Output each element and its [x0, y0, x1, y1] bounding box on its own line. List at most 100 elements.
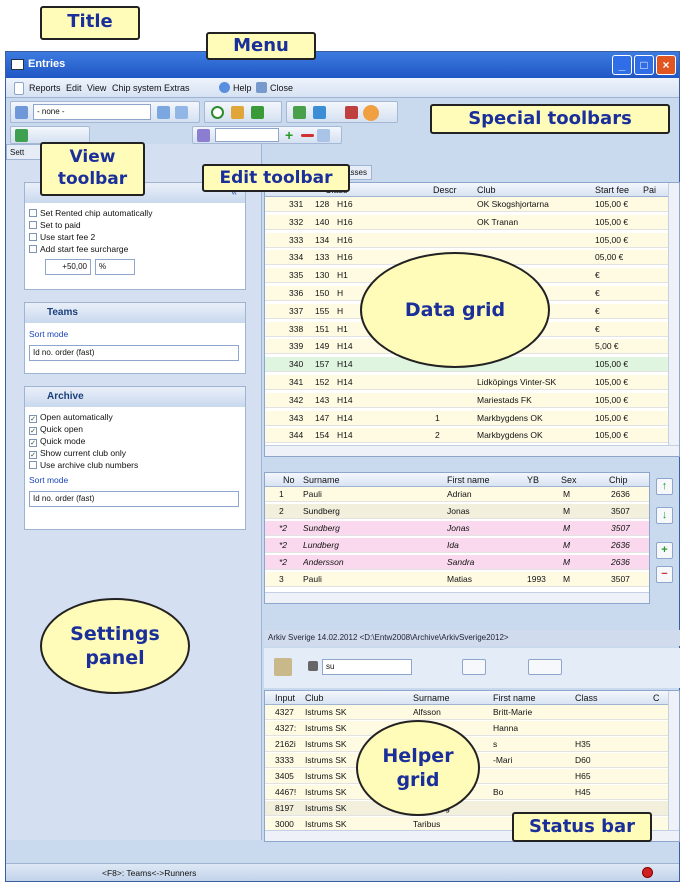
checkbox[interactable] — [29, 233, 37, 241]
runner-row[interactable]: *2 Lundberg Ida M 2636 — [265, 538, 649, 553]
maximize-icon[interactable]: □ — [634, 55, 654, 75]
insert-all-icon[interactable] — [528, 659, 562, 675]
checkbox[interactable] — [29, 209, 37, 217]
data-grid-row[interactable]: 341 152 H14 Lidköpings Vinter-SK 105,00 € — [265, 375, 679, 390]
col-header[interactable]: Surname — [413, 693, 450, 703]
menu-view[interactable]: View — [87, 83, 106, 93]
menu-help[interactable]: Help — [233, 83, 252, 93]
grid-cell: 2 — [279, 506, 284, 516]
menu-extras[interactable]: Extras — [164, 83, 190, 93]
filter-icon[interactable] — [251, 106, 264, 119]
data-grid-row[interactable]: 342 143 H14 Mariestads FK 105,00 € — [265, 392, 679, 408]
general-settings-group: « Set Rented chip automatically Set to p… — [24, 182, 246, 290]
col-header[interactable]: Club — [477, 185, 496, 195]
move-down-icon[interactable]: ↓ — [656, 507, 673, 524]
data-grid-row[interactable]: 344 154 H14 2 Markbygdens OK 105,00 € — [265, 428, 679, 444]
teams-sort-select[interactable]: Id no. order (fast) — [29, 345, 239, 361]
col-header[interactable]: Pai — [643, 185, 656, 195]
data-grid-row[interactable]: 332 140 H16 OK Tranan 105,00 € — [265, 214, 679, 230]
archive-sort-select[interactable]: Id no. order (fast) — [29, 491, 239, 507]
grid-cell: H45 — [575, 787, 591, 797]
menu-edit[interactable]: Edit — [66, 83, 82, 93]
helper-row[interactable]: 4327 Istrums SK Alfsson Britt-Marie — [265, 705, 679, 720]
col-header[interactable]: First name — [447, 475, 490, 485]
setting-start-fee-2[interactable]: Use start fee 2 — [25, 232, 245, 244]
col-header[interactable]: Input — [275, 693, 295, 703]
archive-quick-mode[interactable]: ✓ Quick mode — [25, 436, 245, 448]
col-header[interactable]: YB — [527, 475, 539, 485]
horizontal-scrollbar[interactable] — [265, 592, 649, 603]
move-up-icon[interactable]: ↑ — [656, 478, 673, 495]
close-icon[interactable]: × — [656, 55, 676, 75]
archive-current-club[interactable]: ✓ Show current club only — [25, 448, 245, 460]
menu-close[interactable]: Close — [270, 83, 293, 93]
teams-header[interactable]: Teams — [25, 303, 245, 323]
col-header[interactable]: Sex — [561, 475, 577, 485]
grid-cell: H1 — [337, 270, 348, 281]
runner-row[interactable]: 2 Sundberg Jonas M 3507 — [265, 504, 649, 519]
col-header[interactable]: Chip — [609, 475, 628, 485]
surcharge-input[interactable]: +50,00 — [45, 259, 91, 275]
runner-row[interactable]: 1 Pauli Adrian M 2636 — [265, 487, 649, 502]
horizontal-scrollbar[interactable] — [265, 445, 679, 456]
refresh-circle-icon[interactable] — [211, 106, 224, 119]
surcharge-unit-select[interactable]: % — [95, 259, 135, 275]
helper-search-input[interactable]: su — [322, 659, 412, 675]
vertical-scrollbar[interactable] — [668, 183, 679, 446]
col-header[interactable]: C — [653, 693, 660, 703]
data-grid-row[interactable]: 331 128 H16 OK Skogshjortarna 105,00 € — [265, 197, 679, 212]
find-icon[interactable] — [197, 129, 210, 142]
col-header[interactable]: Descr — [433, 185, 457, 195]
save-view-icon[interactable] — [157, 106, 170, 119]
checkbox-checked[interactable]: ✓ — [29, 439, 37, 447]
save-icon[interactable] — [317, 129, 330, 142]
reload-icon[interactable] — [15, 129, 28, 142]
col-header[interactable]: Club — [305, 693, 324, 703]
runner-row[interactable]: *2 Andersson Sandra M 2636 — [265, 555, 649, 570]
checkbox[interactable] — [29, 245, 37, 253]
runner-row[interactable]: 3 Pauli Matias 1993 M 3507 — [265, 572, 649, 587]
col-header[interactable]: Class — [575, 693, 598, 703]
checkbox-checked[interactable]: ✓ — [29, 451, 37, 459]
setting-rented-chip[interactable]: Set Rented chip automatically — [25, 208, 245, 220]
grid-cell: H35 — [575, 739, 591, 749]
checkbox[interactable] — [29, 221, 37, 229]
checkbox[interactable] — [29, 461, 37, 469]
setting-paid[interactable]: Set to paid — [25, 220, 245, 232]
add-runner-icon[interactable]: + — [656, 542, 673, 559]
columns-icon[interactable] — [313, 106, 326, 119]
view-icon[interactable] — [15, 106, 28, 119]
add-icon[interactable]: + — [285, 128, 298, 142]
checkbox-checked[interactable]: ✓ — [29, 427, 37, 435]
archive-icon[interactable] — [274, 658, 292, 676]
archive-club-numbers[interactable]: Use archive club numbers — [25, 460, 245, 472]
data-grid-row[interactable]: 343 147 H14 1 Markbygdens OK 105,00 € — [265, 410, 679, 426]
menu-chip-system[interactable]: Chip system — [112, 83, 162, 93]
sort-icon[interactable] — [293, 106, 306, 119]
delete-icon[interactable] — [301, 134, 314, 137]
col-header[interactable]: No — [283, 475, 295, 485]
runner-row[interactable]: *2 Sundberg Jonas M 3507 — [265, 521, 649, 536]
col-header[interactable]: First name — [493, 693, 536, 703]
insert-runner-icon[interactable] — [462, 659, 486, 675]
col-header[interactable]: Start fee — [595, 185, 629, 195]
edit-view-icon[interactable] — [175, 106, 188, 119]
vertical-scrollbar[interactable] — [668, 691, 679, 831]
tool-icon[interactable] — [231, 106, 244, 119]
view-combo[interactable]: - none - — [33, 104, 151, 120]
station-icon[interactable] — [363, 105, 379, 121]
helper-row[interactable]: 4327: Istrums SK Hanna — [265, 721, 679, 736]
archive-quick-open[interactable]: ✓ Quick open — [25, 424, 245, 436]
col-header[interactable]: Surname — [303, 475, 340, 485]
archive-open-auto[interactable]: ✓ Open automatically — [25, 412, 245, 424]
setting-surcharge[interactable]: Add start fee surcharge — [25, 244, 245, 256]
data-grid-row[interactable]: 333 134 H16 105,00 € — [265, 232, 679, 248]
grid-cell: 140 — [315, 216, 330, 227]
edit-search-input[interactable] — [215, 128, 279, 142]
chip-read-icon[interactable] — [345, 106, 358, 119]
minimize-icon[interactable]: _ — [612, 55, 632, 75]
menu-reports[interactable]: Reports — [29, 83, 61, 93]
archive-header[interactable]: Archive — [25, 387, 245, 407]
checkbox-checked[interactable]: ✓ — [29, 415, 37, 423]
remove-runner-icon[interactable]: − — [656, 566, 673, 583]
